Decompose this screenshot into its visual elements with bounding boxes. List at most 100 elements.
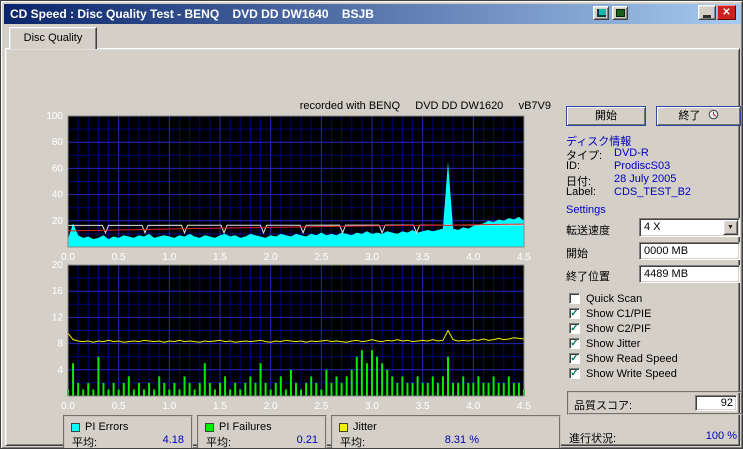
tab-disc-quality[interactable]: Disc Quality bbox=[9, 27, 97, 49]
pi-errors-stats-box: PI Errors 平均:4.18 最大:69 合計:42803 bbox=[63, 415, 193, 449]
stat-label: 平均: bbox=[206, 437, 232, 449]
svg-text:20: 20 bbox=[52, 216, 64, 227]
transfer-rate-label: 転送速度 bbox=[566, 225, 610, 237]
svg-text:40: 40 bbox=[52, 190, 64, 201]
checkbox-show-write-speed[interactable]: ✓ Show Write Speed bbox=[569, 367, 677, 380]
stat-row: 平均: 8.31 % bbox=[333, 433, 559, 449]
end-position-field[interactable]: 4489 MB bbox=[639, 265, 740, 283]
app-window: CD Speed : Disc Quality Test - BENQ DVD … bbox=[0, 0, 743, 449]
checkbox-show-c2-pif[interactable]: ✓ Show C2/PIF bbox=[569, 322, 651, 335]
checkbox-box: ✓ bbox=[569, 323, 580, 334]
stat-label: 平均: bbox=[72, 437, 98, 449]
svg-text:3.0: 3.0 bbox=[365, 401, 379, 412]
close-button[interactable]: ✕ bbox=[717, 5, 736, 20]
start-position-label: 開始 bbox=[566, 248, 588, 260]
stat-value: 4.18 bbox=[162, 434, 184, 446]
stat-row: 平均: 0.21 bbox=[199, 433, 325, 449]
titlebar-disc-tool-button[interactable] bbox=[612, 6, 628, 20]
titlebar-chart-tool-button[interactable] bbox=[593, 6, 609, 20]
checkbox-label: Quick Scan bbox=[586, 292, 643, 305]
checkbox-label: Show Read Speed bbox=[586, 352, 678, 365]
quality-score-box: 品質スコア: 92 bbox=[567, 391, 742, 415]
titlebar[interactable]: CD Speed : Disc Quality Test - BENQ DVD … bbox=[4, 4, 741, 24]
checkbox-show-jitter[interactable]: ✓ Show Jitter bbox=[569, 337, 640, 350]
pi-failures-color-swatch bbox=[205, 422, 214, 432]
svg-text:4.5: 4.5 bbox=[517, 401, 531, 412]
pi-failures-title: PI Failures bbox=[219, 421, 272, 433]
mini-chart-icon bbox=[596, 9, 606, 17]
svg-text:20: 20 bbox=[52, 260, 64, 271]
stat-row: 平均: 4.18 bbox=[65, 433, 191, 449]
svg-text:4.0: 4.0 bbox=[466, 401, 480, 412]
svg-text:60: 60 bbox=[52, 163, 64, 174]
stat-value: 0.21 bbox=[296, 434, 318, 446]
checkbox-box: ✓ bbox=[569, 368, 580, 379]
dropdown-button[interactable]: ▼ bbox=[723, 220, 738, 235]
svg-text:100: 100 bbox=[46, 111, 63, 122]
settings-header: Settings bbox=[566, 204, 606, 216]
svg-text:2.0: 2.0 bbox=[264, 401, 278, 412]
minimize-button[interactable] bbox=[698, 5, 716, 20]
checkbox-label: Show C2/PIF bbox=[586, 322, 651, 335]
svg-text:0.5: 0.5 bbox=[112, 401, 126, 412]
exit-clock-icon bbox=[708, 109, 718, 120]
exit-button-label: 終了 bbox=[678, 110, 701, 122]
disc-date-value: 28 July 2005 bbox=[614, 173, 677, 185]
exit-button[interactable]: 終了 bbox=[656, 106, 741, 126]
stat-label: 平均: bbox=[340, 437, 366, 449]
pi-errors-header: PI Errors bbox=[65, 417, 191, 433]
pi-failures-header: PI Failures bbox=[199, 417, 325, 433]
tab-label: Disc Quality bbox=[23, 32, 83, 44]
checkbox-show-read-speed[interactable]: ✓ Show Read Speed bbox=[569, 352, 678, 365]
jitter-header: Jitter bbox=[333, 417, 559, 433]
jitter-stats-box: Jitter 平均:8.31 % 最大:11.0 % PO Failures:0 bbox=[331, 415, 561, 449]
svg-text:80: 80 bbox=[52, 137, 64, 148]
recorded-with-label: recorded with BENQ DVD DD DW1620 vB7V9 bbox=[299, 100, 551, 112]
disc-id-label: ID: bbox=[566, 160, 581, 172]
svg-text:1.0: 1.0 bbox=[162, 401, 176, 412]
checkbox-show-c1-pie[interactable]: ✓ Show C1/PIE bbox=[569, 307, 651, 320]
pie-errors-speed-chart: 204060801000.0 0.5 1.0 1.5 2.0 2.5 3.0 3.5 4.0 4.… bbox=[46, 111, 531, 263]
svg-text:1.5: 1.5 bbox=[213, 401, 227, 412]
svg-text:12: 12 bbox=[52, 312, 64, 323]
start-button[interactable]: 開始 bbox=[566, 106, 646, 126]
svg-text:8: 8 bbox=[57, 339, 63, 350]
jitter-color-swatch bbox=[339, 422, 348, 432]
checkbox-box: ✓ bbox=[569, 353, 580, 364]
svg-text:2.5: 2.5 bbox=[314, 401, 328, 412]
disc-id-value: ProdiscS03 bbox=[614, 160, 671, 172]
minimize-icon bbox=[703, 15, 711, 18]
progress-row: 進行状況: 100 % bbox=[569, 430, 741, 445]
disc-label-label: Label: bbox=[566, 186, 596, 198]
svg-text:3.5: 3.5 bbox=[416, 401, 430, 412]
window-title: CD Speed : Disc Quality Test - BENQ DVD … bbox=[10, 7, 374, 21]
svg-text:4: 4 bbox=[57, 365, 63, 376]
chevron-down-icon: ▼ bbox=[727, 224, 734, 231]
pi-errors-title: PI Errors bbox=[85, 421, 129, 433]
stat-value: 8.31 % bbox=[444, 434, 479, 446]
pi-errors-color-swatch bbox=[71, 422, 80, 432]
checkbox-box: ✓ bbox=[569, 308, 580, 319]
disc-label-value: CDS_TEST_B2 bbox=[614, 186, 692, 198]
mini-disc-icon bbox=[615, 9, 625, 17]
end-position-label: 終了位置 bbox=[566, 271, 610, 283]
svg-text:0.0: 0.0 bbox=[61, 401, 75, 412]
start-button-label: 開始 bbox=[595, 110, 617, 122]
pi-failures-stats-box: PI Failures 平均:0.21 最大:14 合計:2633 bbox=[197, 415, 327, 449]
checkbox-quick-scan[interactable]: Quick Scan bbox=[569, 292, 642, 305]
checkbox-box bbox=[569, 293, 580, 304]
checkbox-label: Show C1/PIE bbox=[586, 307, 652, 320]
start-position-field[interactable]: 0000 MB bbox=[639, 242, 740, 260]
transfer-rate-value: 4 X bbox=[644, 221, 661, 233]
content-panel: recorded with BENQ DVD DD DW1620 vB7V9 2… bbox=[5, 48, 742, 449]
transfer-rate-select[interactable]: 4 X ▼ bbox=[639, 218, 740, 237]
jitter-title: Jitter bbox=[353, 421, 377, 433]
progress-label: 進行状況: bbox=[569, 433, 617, 445]
close-icon: ✕ bbox=[722, 7, 731, 18]
checkbox-label: Show Jitter bbox=[586, 337, 641, 350]
quality-score-value: 92 bbox=[695, 395, 737, 411]
checkbox-box: ✓ bbox=[569, 338, 580, 349]
progress-value: 100 % bbox=[705, 430, 737, 442]
disc-type-value: DVD-R bbox=[614, 147, 649, 159]
svg-text:16: 16 bbox=[52, 286, 64, 297]
